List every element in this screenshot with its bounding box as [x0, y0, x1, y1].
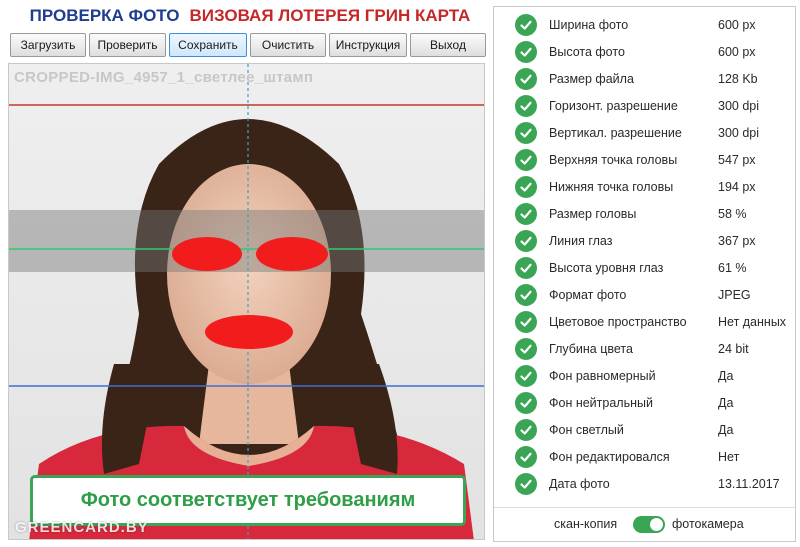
- result-row: Ширина фото 600 px: [494, 11, 795, 38]
- result-row: Линия глаз 367 px: [494, 227, 795, 254]
- check-icon: [515, 445, 537, 468]
- result-row: Фон нейтральный Да: [494, 389, 795, 416]
- result-row: Вертикал. разрешение 300 dpi: [494, 119, 795, 146]
- check-icon: [515, 337, 537, 360]
- result-label: Формат фото: [549, 287, 627, 302]
- result-label: Цветовое пространство: [549, 314, 687, 329]
- photo-preview: CROPPED-IMG_4957_1_светлее_штамп Фото со…: [8, 63, 485, 540]
- result-value: 58 %: [718, 206, 747, 221]
- result-value: 600 px: [718, 44, 756, 59]
- result-label: Фон светлый: [549, 422, 624, 437]
- result-label: Высота уровня глаз: [549, 260, 664, 275]
- result-row: Формат фото JPEG: [494, 281, 795, 308]
- portrait-photo: [9, 64, 484, 539]
- result-value: 13.11.2017: [718, 476, 780, 491]
- save-button[interactable]: Сохранить: [169, 33, 247, 57]
- result-row: Цветовое пространство Нет данных: [494, 308, 795, 335]
- scan-copy-label: скан-копия: [554, 517, 618, 531]
- result-label: Дата фото: [549, 476, 610, 491]
- result-label: Нижняя точка головы: [549, 179, 674, 194]
- result-value: 300 dpi: [718, 125, 760, 140]
- eye-zone-band: [9, 210, 484, 272]
- clear-button[interactable]: Очистить: [250, 33, 326, 57]
- result-row: Фон светлый Да: [494, 416, 795, 443]
- check-icon: [515, 94, 537, 117]
- check-icon: [515, 202, 537, 225]
- watermark-text: GREENCARD.BY: [15, 519, 149, 536]
- instructions-button[interactable]: Инструкция: [329, 33, 407, 57]
- result-value: 600 px: [718, 17, 756, 32]
- result-label: Размер файла: [549, 71, 634, 86]
- mouth-redaction: [205, 315, 293, 349]
- result-value: 194 px: [718, 179, 756, 194]
- result-value: Да: [718, 422, 734, 437]
- result-label: Фон нейтральный: [549, 395, 653, 410]
- result-row: Размер головы 58 %: [494, 200, 795, 227]
- result-row: Фон равномерный Да: [494, 362, 795, 389]
- check-icon: [515, 13, 537, 36]
- photo-filename: CROPPED-IMG_4957_1_светлее_штамп: [14, 69, 314, 86]
- title-part-check: ПРОВЕРКА ФОТО: [29, 6, 180, 25]
- right-eye-redaction: [256, 237, 328, 271]
- result-row: Глубина цвета 24 bit: [494, 335, 795, 362]
- check-button[interactable]: Проверить: [89, 33, 166, 57]
- check-icon: [515, 418, 537, 441]
- check-icon: [515, 229, 537, 252]
- result-value: Нет: [718, 449, 740, 464]
- result-label: Ширина фото: [549, 17, 629, 32]
- result-value: 547 px: [718, 152, 756, 167]
- check-icon: [515, 391, 537, 414]
- result-value: Да: [718, 395, 734, 410]
- result-value: 300 dpi: [718, 98, 760, 113]
- result-label: Вертикал. разрешение: [549, 125, 682, 140]
- check-icon: [515, 364, 537, 387]
- title-part-lottery: ВИЗОВАЯ ЛОТЕРЕЯ ГРИН КАРТА: [189, 6, 471, 25]
- check-icon: [515, 310, 537, 333]
- results-panel: Ширина фото 600 px Высота фото 600 px Размер…: [493, 6, 796, 542]
- toggle-knob: [650, 518, 663, 531]
- result-value: 367 px: [718, 233, 756, 248]
- result-row: Высота фото 600 px: [494, 38, 795, 65]
- result-label: Горизонт. разрешение: [549, 98, 678, 113]
- result-row: Нижняя точка головы 194 px: [494, 173, 795, 200]
- result-label: Линия глаз: [549, 233, 613, 248]
- result-row: Фон редактировался Нет: [494, 443, 795, 470]
- face-shape: [167, 164, 331, 384]
- result-value: 128 Kb: [718, 71, 758, 86]
- result-label: Верхняя точка головы: [549, 152, 678, 167]
- source-toggle[interactable]: [633, 516, 665, 533]
- check-icon: [515, 67, 537, 90]
- result-label: Размер головы: [549, 206, 637, 221]
- check-icon: [515, 256, 537, 279]
- load-button[interactable]: Загрузить: [10, 33, 86, 57]
- result-label: Фон редактировался: [549, 449, 670, 464]
- check-icon: [515, 40, 537, 63]
- result-row: Верхняя точка головы 547 px: [494, 146, 795, 173]
- results-divider: [494, 507, 795, 508]
- app-title: ПРОВЕРКА ФОТО ВИЗОВАЯ ЛОТЕРЕЯ ГРИН КАРТА: [0, 6, 500, 26]
- check-icon: [515, 175, 537, 198]
- result-value: Нет данных: [718, 314, 787, 329]
- result-value: 24 bit: [718, 341, 749, 356]
- result-label: Фон равномерный: [549, 368, 656, 383]
- check-icon: [515, 472, 537, 495]
- result-row: Высота уровня глаз 61 %: [494, 254, 795, 281]
- check-icon: [515, 283, 537, 306]
- check-icon: [515, 121, 537, 144]
- exit-button[interactable]: Выход: [410, 33, 486, 57]
- camera-label: фотокамера: [672, 517, 744, 531]
- check-icon: [515, 148, 537, 171]
- result-row: Дата фото 13.11.2017: [494, 470, 795, 497]
- result-label: Высота фото: [549, 44, 625, 59]
- result-row: Размер файла 128 Kb: [494, 65, 795, 92]
- source-mode-switch: скан-копия фотокамера: [494, 515, 795, 535]
- result-value: 61 %: [718, 260, 747, 275]
- result-value: JPEG: [718, 287, 751, 302]
- left-eye-redaction: [172, 237, 242, 271]
- result-value: Да: [718, 368, 734, 383]
- result-label: Глубина цвета: [549, 341, 633, 356]
- result-row: Горизонт. разрешение 300 dpi: [494, 92, 795, 119]
